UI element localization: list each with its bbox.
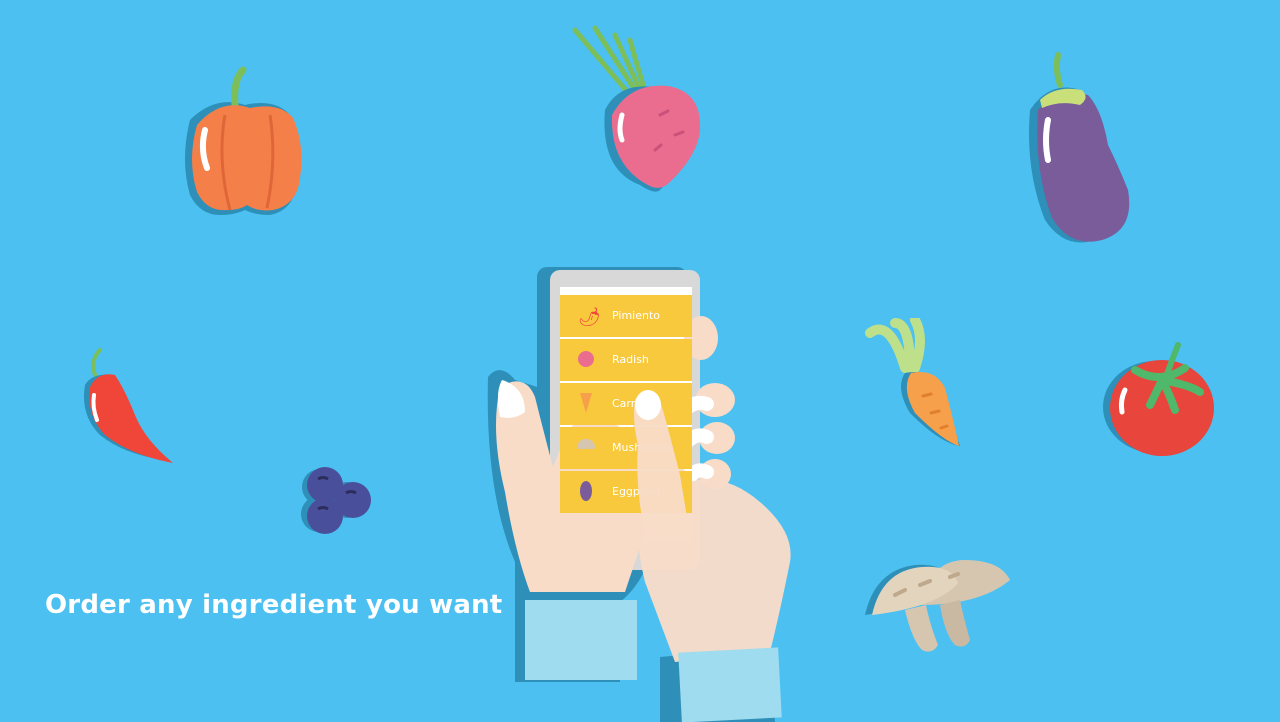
carrot-icon — [580, 393, 592, 413]
radish-icon — [572, 25, 701, 192]
pointing-finger-overlay — [634, 390, 690, 535]
list-item[interactable]: Radish — [560, 339, 692, 381]
blueberries-icon — [301, 467, 371, 534]
mushroom-icon — [865, 560, 1010, 652]
list-item-label: Radish — [612, 353, 649, 366]
mushroom-icon — [577, 439, 595, 449]
app-promo-scene: 🌶 Pimiento Radish Carrot Mushroom Eggpla… — [0, 0, 1280, 722]
tomato-icon — [1103, 342, 1214, 456]
list-item[interactable]: 🌶 Pimiento — [560, 295, 692, 337]
chili-pepper-icon: 🌶 — [578, 307, 601, 328]
eggplant-icon — [1029, 52, 1130, 243]
carrot-icon — [865, 318, 960, 446]
eggplant-icon — [580, 481, 592, 501]
tagline: Order any ingredient you want — [45, 590, 503, 620]
list-item-label: Pimiento — [612, 309, 661, 322]
chili-pepper-icon — [84, 348, 173, 463]
radish-icon — [578, 351, 594, 367]
bell-pepper-icon — [185, 66, 302, 215]
